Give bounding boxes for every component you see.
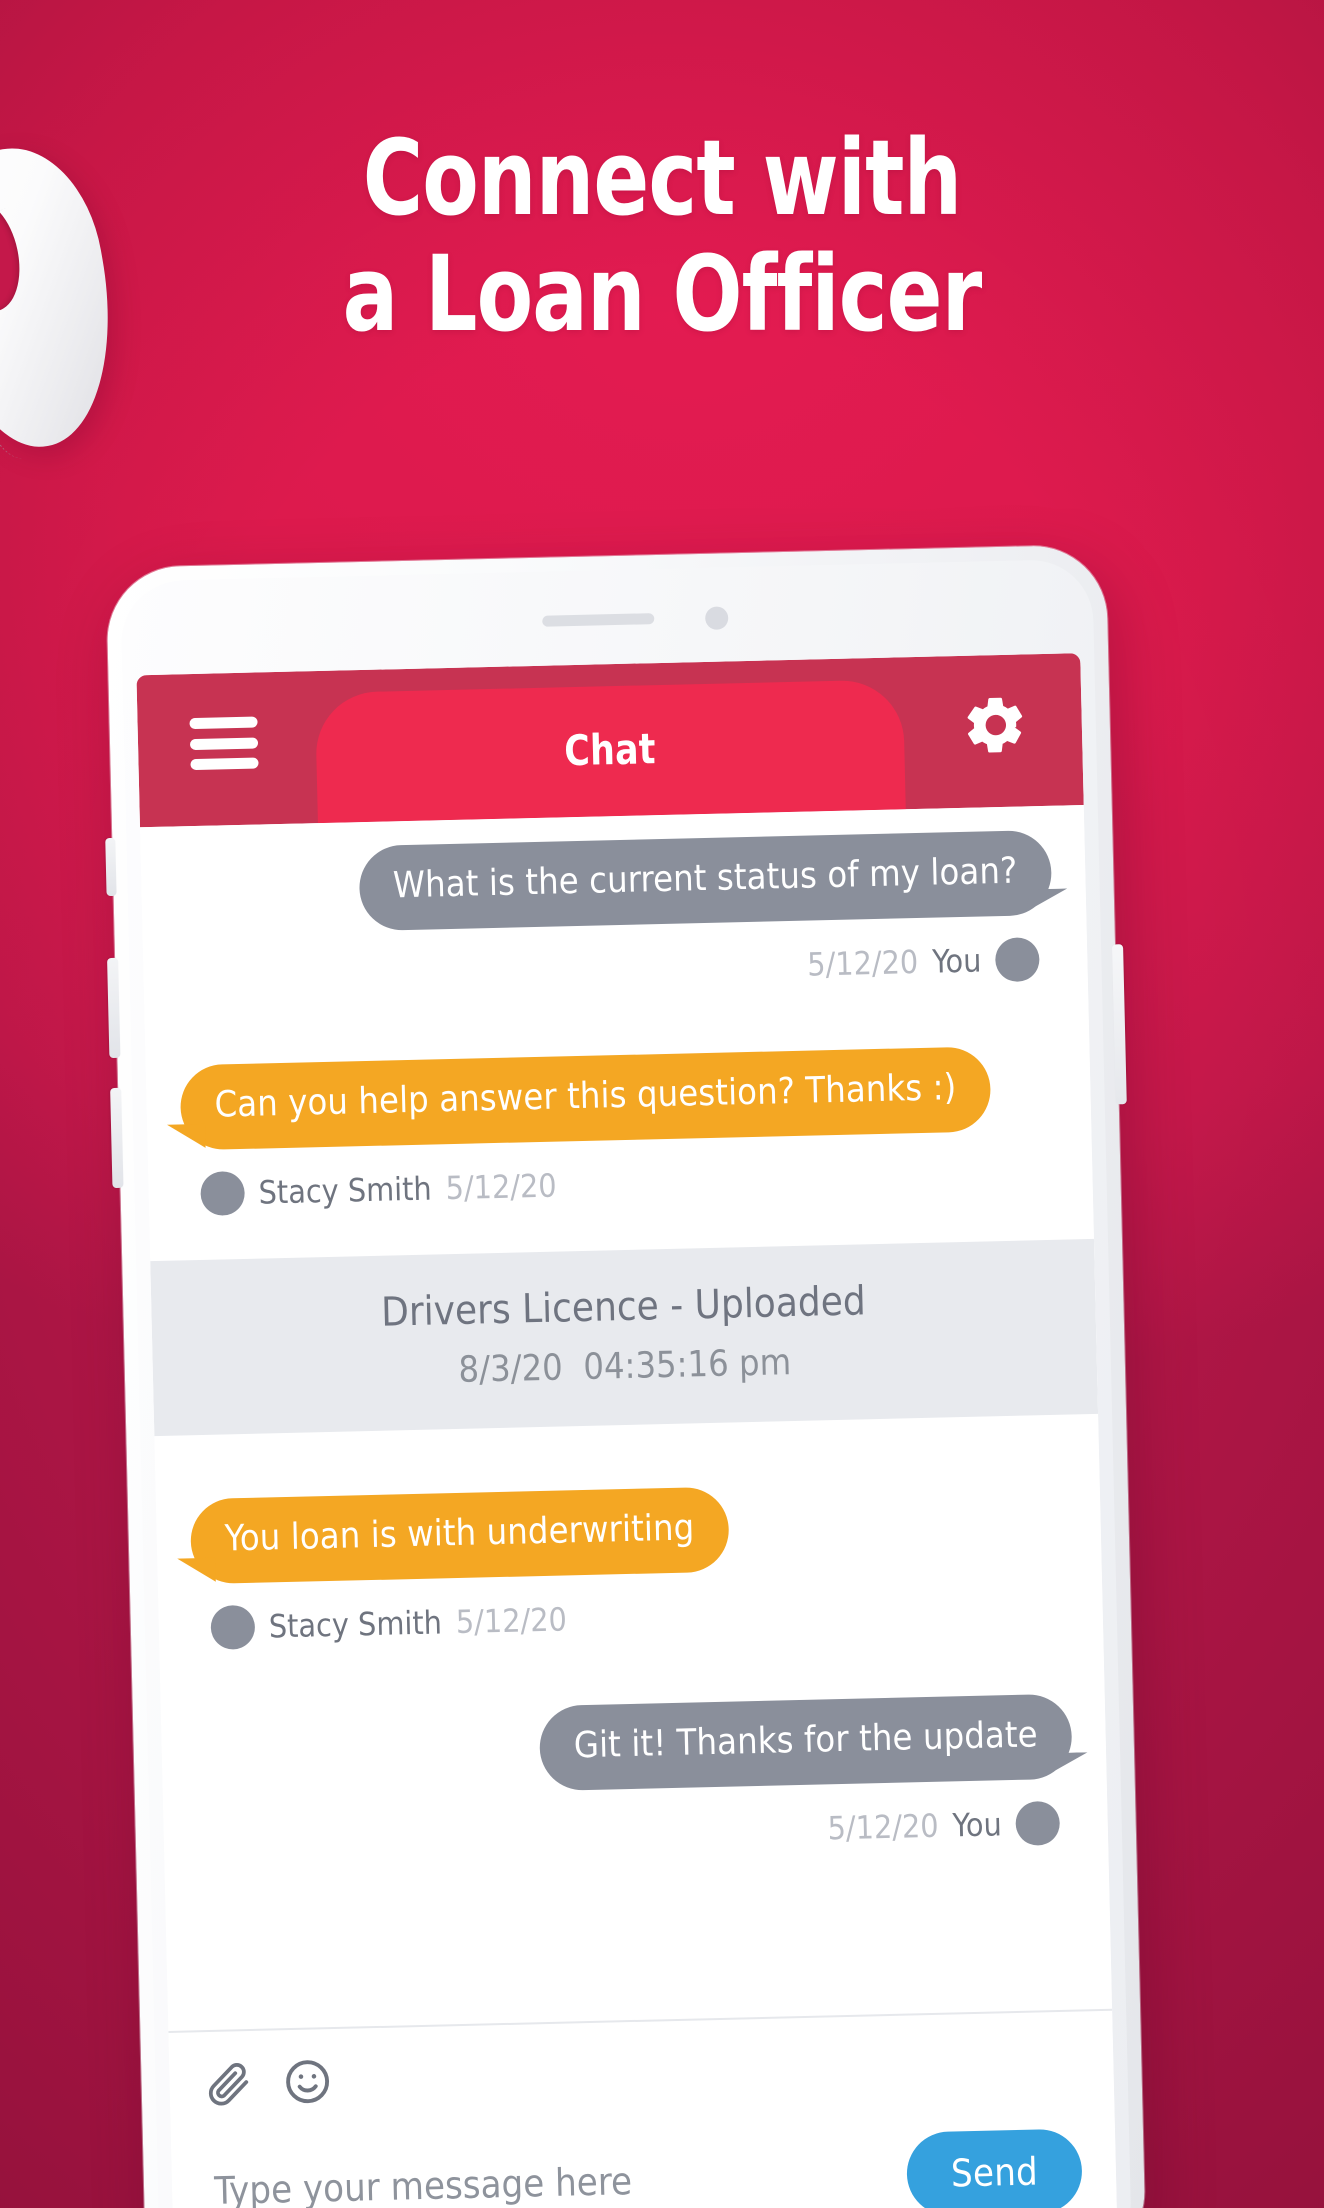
page-title: Connect with a Loan Officer bbox=[79, 120, 1244, 353]
message-date: 5/12/20 bbox=[445, 1166, 558, 1207]
hamburger-bar-1 bbox=[189, 716, 258, 730]
message-list: What is the current status of my loan? 5… bbox=[139, 805, 1112, 2017]
tab-chat-label: Chat bbox=[563, 723, 657, 775]
message-author: Stacy Smith bbox=[268, 1603, 443, 1646]
message-bubble-outgoing[interactable]: What is the current status of my loan? bbox=[358, 829, 1053, 932]
message-bubble-incoming[interactable]: You loan is with underwriting bbox=[189, 1486, 730, 1584]
headline-line-1: Connect with bbox=[362, 117, 963, 239]
hamburger-icon[interactable] bbox=[189, 716, 259, 771]
status-title: Drivers Licence - Uploaded bbox=[380, 1278, 867, 1336]
phone-screen: Chat What is the current status of my lo… bbox=[136, 653, 1119, 2208]
status-date: 8/3/20 bbox=[458, 1347, 564, 1391]
message-date: 5/12/20 bbox=[455, 1600, 568, 1641]
gear-icon[interactable] bbox=[961, 690, 1031, 760]
avatar bbox=[200, 1170, 246, 1216]
message-author: You bbox=[952, 1804, 1003, 1844]
avatar bbox=[210, 1604, 256, 1650]
app-bar: Chat bbox=[136, 653, 1084, 828]
message-author: You bbox=[931, 941, 982, 981]
silent-switch[interactable] bbox=[105, 837, 117, 897]
volume-up-button[interactable] bbox=[107, 957, 121, 1059]
message-author: Stacy Smith bbox=[258, 1169, 433, 1212]
message-date: 5/12/20 bbox=[827, 1806, 939, 1847]
message-input[interactable] bbox=[205, 2150, 827, 2208]
hamburger-bar-3 bbox=[190, 757, 259, 771]
status-timestamp: 8/3/20 04:35:16 pm bbox=[182, 1335, 1067, 1397]
phone-mockup: Chat What is the current status of my lo… bbox=[105, 544, 1147, 2208]
message-composer: Send bbox=[168, 2008, 1119, 2208]
smiley-icon[interactable] bbox=[281, 2055, 334, 2113]
message-date: 5/12/20 bbox=[806, 942, 919, 984]
volume-down-button[interactable] bbox=[110, 1087, 124, 1189]
avatar bbox=[994, 937, 1040, 983]
status-time-value: 04:35:16 pm bbox=[582, 1341, 792, 1388]
avatar bbox=[1015, 1800, 1061, 1846]
headline-line-2: a Loan Officer bbox=[342, 233, 983, 356]
tab-chat[interactable]: Chat bbox=[314, 679, 906, 824]
send-button[interactable]: Send bbox=[906, 2128, 1083, 2208]
message-bubble-outgoing[interactable]: Git it! Thanks for the update bbox=[538, 1693, 1073, 1791]
paperclip-icon[interactable] bbox=[203, 2058, 254, 2114]
hamburger-bar-2 bbox=[189, 736, 259, 750]
document-status-card[interactable]: Drivers Licence - Uploaded 8/3/20 04:35:… bbox=[150, 1238, 1099, 1436]
